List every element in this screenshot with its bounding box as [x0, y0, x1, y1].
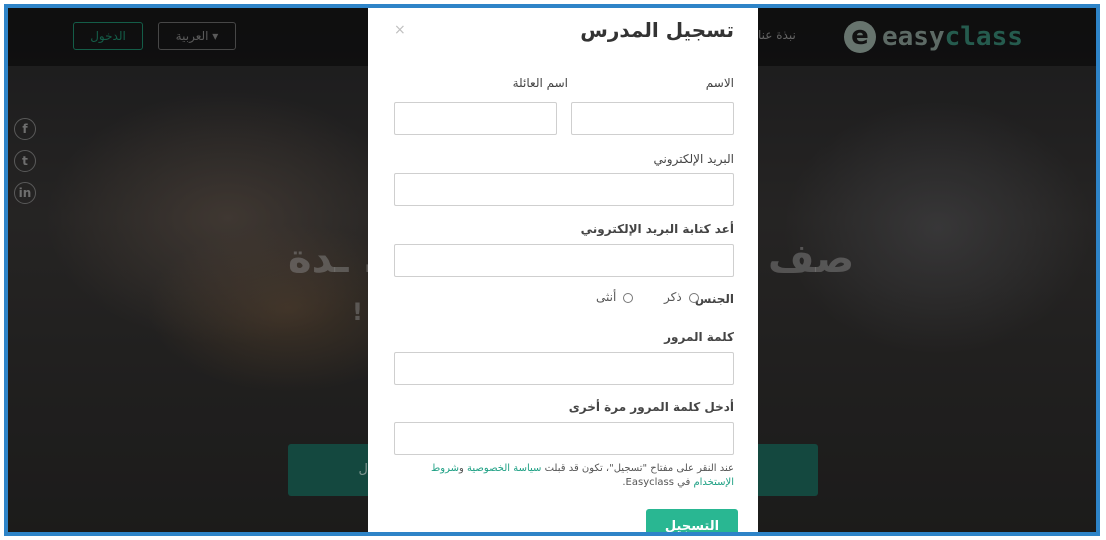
last-name-field[interactable] [394, 102, 557, 135]
screenshot-frame: الدخول العربية ▾ نبذة عنا e easyclass f … [4, 4, 1100, 536]
gender-male-radio[interactable] [688, 292, 699, 303]
first-name-label: الاسم [705, 76, 734, 90]
close-icon[interactable]: × [394, 22, 406, 38]
email-field[interactable] [394, 173, 734, 206]
email-label: البريد الإلكتروني [653, 152, 734, 166]
password-field[interactable] [394, 352, 734, 385]
email-confirm-field[interactable] [394, 244, 734, 277]
modal-title: تسجيل المدرس [580, 18, 734, 42]
register-button[interactable]: التسجيل [646, 509, 738, 532]
gender-female-radio[interactable] [623, 292, 634, 303]
password-confirm-label: أدخل كلمة المرور مرة أخرى [568, 400, 734, 414]
terms-prefix: عند النقر على مفتاح "تسجيل"، تكون قد قبل… [544, 463, 734, 474]
gender-female-option[interactable]: أنثى [596, 290, 634, 304]
teacher-registration-modal: تسجيل المدرس × الاسم اسم العائلة البريد … [368, 8, 758, 532]
password-label: كلمة المرور [664, 330, 734, 344]
terms-suffix: في Easyclass. [622, 477, 691, 488]
email-confirm-label: أعد كتابة البريد الإلكتروني [580, 222, 734, 236]
gender-label: الجنس [694, 292, 734, 306]
gender-male-option[interactable]: ذكر [664, 290, 699, 304]
last-name-label: اسم العائلة [512, 76, 568, 90]
privacy-policy-link[interactable]: سياسة الخصوصية [467, 463, 541, 474]
terms-text: عند النقر على مفتاح "تسجيل"، تكون قد قبل… [394, 462, 734, 490]
password-confirm-field[interactable] [394, 422, 734, 455]
gender-male-text: ذكر [664, 290, 682, 304]
gender-female-text: أنثى [596, 290, 617, 304]
first-name-field[interactable] [571, 102, 734, 135]
terms-and: و [459, 463, 464, 474]
